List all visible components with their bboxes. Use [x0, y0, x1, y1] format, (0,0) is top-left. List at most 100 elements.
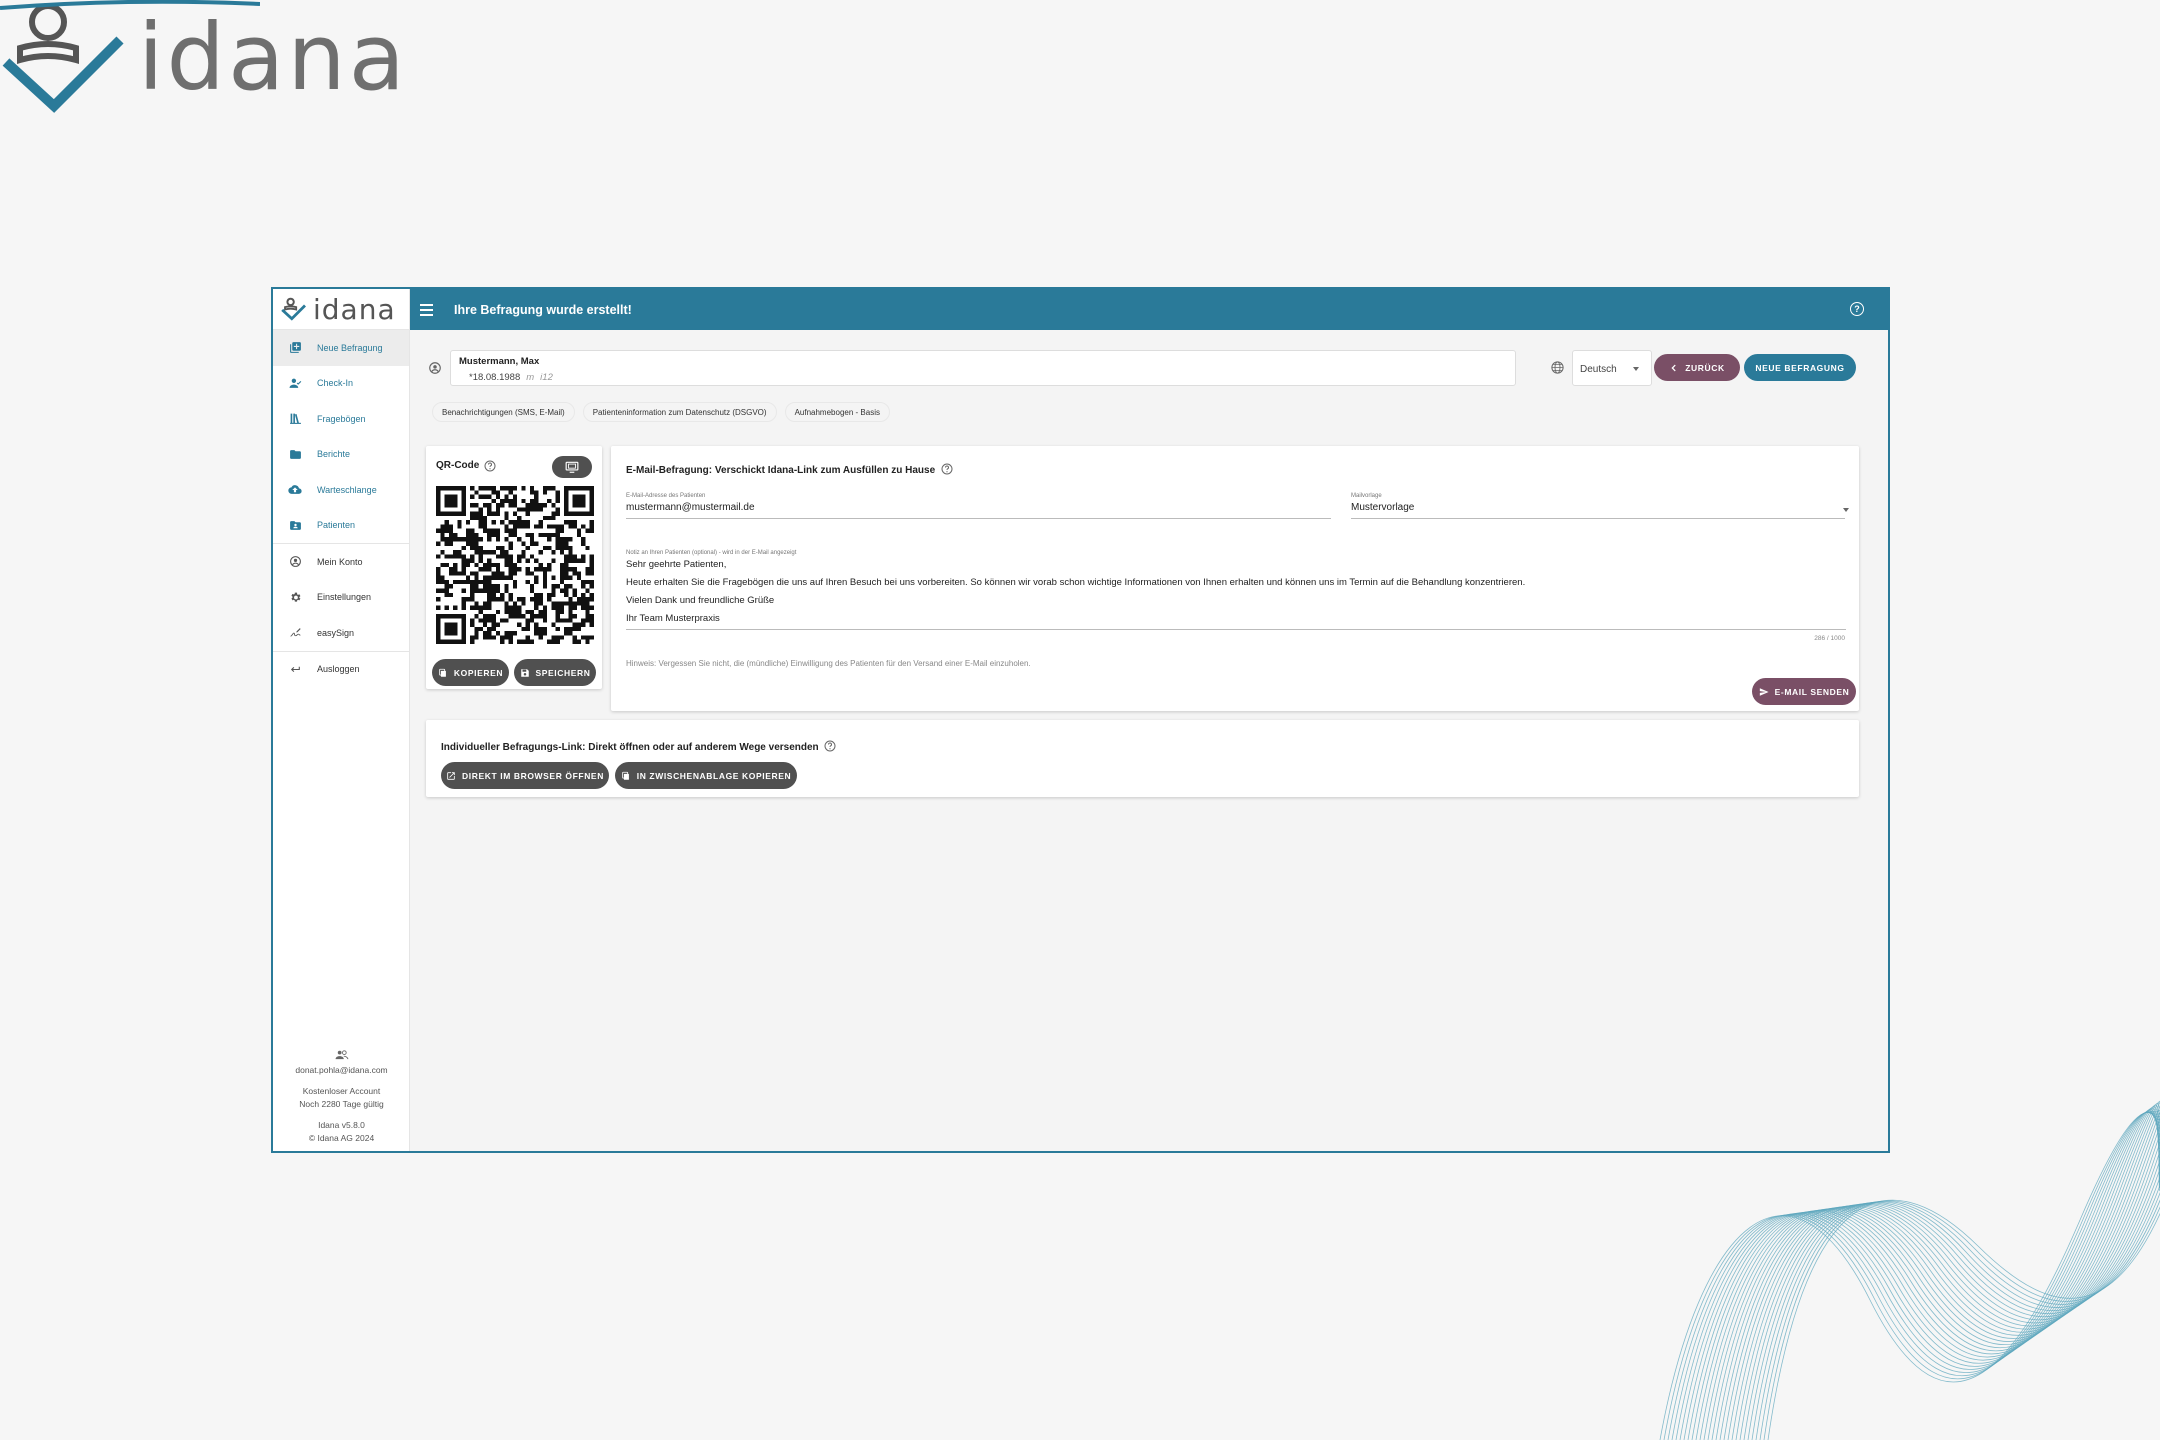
note-line: Vielen Dank und freundliche Grüße: [626, 595, 775, 606]
email-survey-title-text: E-Mail-Befragung: Verschickt Idana-Link …: [626, 465, 936, 476]
main-content: Mustermann, Max *18.08.1988 m i12 Deutsch …: [410, 330, 1888, 1151]
template-select[interactable]: Mustervorlage: [1351, 502, 1414, 513]
top-bar: Ihre Befragung wurde erstellt! ?: [410, 289, 1888, 330]
help-icon[interactable]: [824, 740, 836, 752]
save-qr-label: SPEICHERN: [535, 667, 591, 678]
qr-code-title: QR-Code: [436, 460, 480, 471]
add-box-icon: [287, 340, 303, 356]
email-field-underline: [626, 518, 1331, 519]
chevron-left-icon: [1671, 364, 1676, 371]
copy-to-clipboard-button[interactable]: IN ZWISCHENABLAGE KOPIEREN: [615, 762, 797, 789]
help-icon[interactable]: [484, 460, 496, 472]
wave-line: [1659, 1109, 2160, 1440]
sidebar-item-frageboegen[interactable]: Fragebögen: [273, 401, 409, 437]
present-qr-button[interactable]: [552, 456, 592, 478]
survey-link-title-text: Individueller Befragungs-Link: Direkt öf…: [441, 742, 819, 753]
send-email-label: E-MAIL SENDEN: [1774, 686, 1850, 697]
sidebar-nav: Neue Befragung Check-In Fragebögen Beric…: [273, 330, 409, 687]
chevron-down-icon: [1633, 367, 1639, 371]
brand-logo: idana: [0, 0, 420, 120]
help-icon[interactable]: ?: [1850, 302, 1864, 316]
sidebar-item-ausloggen[interactable]: Ausloggen: [273, 652, 409, 688]
sidebar-item-label: easySign: [317, 627, 355, 638]
library-books-icon: [287, 411, 303, 427]
save-qr-button[interactable]: SPEICHERN: [514, 659, 596, 686]
language-value: Deutsch: [1580, 364, 1617, 375]
help-icon[interactable]: [941, 463, 953, 475]
account-circle-icon: [429, 362, 441, 374]
copy-qr-button[interactable]: KOPIEREN: [432, 659, 509, 686]
wave-line: [1663, 1112, 2160, 1440]
users-icon: [273, 1050, 410, 1064]
sidebar-item-warteschlange[interactable]: Warteschlange: [273, 472, 409, 508]
chip-questionnaire[interactable]: Patienteninformation zum Datenschutz (DS…: [582, 402, 777, 422]
idana-logo-icon: [281, 297, 306, 321]
chip-questionnaire[interactable]: Aufnahmebogen - Basis: [784, 402, 890, 422]
sidebar-logo-text: idana: [313, 292, 396, 326]
sidebar-item-mein-konto[interactable]: Mein Konto: [273, 544, 409, 580]
sidebar-item-einstellungen[interactable]: Einstellungen: [273, 580, 409, 616]
wave-line: [1691, 1106, 2160, 1440]
note-line: Sehr geehrte Patienten,: [626, 559, 727, 570]
copy-icon: [622, 771, 629, 780]
sidebar-item-label: Ausloggen: [317, 664, 360, 675]
patient-gender: m: [526, 372, 535, 383]
patient-selector[interactable]: Mustermann, Max *18.08.1988 m i12: [450, 350, 1516, 386]
sidebar-item-label: Mein Konto: [317, 556, 363, 567]
email-field[interactable]: mustermann@mustermail.de: [626, 502, 755, 513]
note-field-underline: [626, 629, 1846, 630]
qr-code-card: QR-Code KOPIEREN SPEICHERN: [426, 446, 602, 689]
send-email-button[interactable]: E-MAIL SENDEN: [1752, 678, 1856, 705]
template-select-label: Mailvorlage: [1351, 493, 1382, 499]
sidebar-item-label: Fragebögen: [317, 413, 366, 424]
idana-logo-icon: [2, 3, 124, 113]
character-counter: 286 / 1000: [1814, 635, 1845, 642]
sidebar-item-berichte[interactable]: Berichte: [273, 437, 409, 473]
open-in-browser-button[interactable]: DIREKT IM BROWSER ÖFFNEN: [441, 762, 609, 789]
wave-line: [1679, 1110, 2160, 1440]
sidebar-item-patienten[interactable]: Patienten: [273, 508, 409, 544]
folder-account-icon: [287, 517, 303, 533]
qr-modules: [436, 486, 594, 644]
send-icon: [1759, 687, 1769, 696]
language-select[interactable]: Deutsch: [1572, 350, 1652, 386]
signature-icon: [287, 625, 303, 641]
qr-code-image: [436, 486, 594, 644]
sidebar-item-label: Warteschlange: [317, 484, 377, 495]
sidebar-item-label: Berichte: [317, 449, 351, 460]
account-type: Kostenloser Account: [302, 1086, 381, 1096]
back-button[interactable]: ZURÜCK: [1654, 354, 1740, 381]
sidebar: idana Neue Befragung Check-In Fragebögen…: [273, 289, 410, 1151]
brand-name: idana: [138, 4, 409, 111]
sidebar-item-label: Einstellungen: [317, 592, 372, 603]
chevron-down-icon[interactable]: [1843, 508, 1849, 512]
note-field-label: Notiz an Ihren Patienten (optional) - wi…: [626, 550, 797, 556]
template-select-underline: [1351, 518, 1845, 519]
new-survey-button[interactable]: NEUE BEFRAGUNG: [1744, 354, 1856, 381]
sidebar-logo[interactable]: idana: [273, 289, 409, 330]
screen-icon: [565, 461, 579, 473]
open-external-icon: [447, 771, 455, 780]
chip-questionnaire[interactable]: Benachrichtigungen (SMS, E-Mail): [432, 402, 575, 422]
open-in-browser-label: DIREKT IM BROWSER ÖFFNEN: [462, 770, 604, 781]
app-version: Idana v5.8.0: [318, 1120, 365, 1130]
sidebar-item-label: Patienten: [317, 520, 356, 531]
note-line: Heute erhalten Sie die Fragebögen die un…: [626, 577, 1526, 588]
folder-icon: [287, 446, 303, 462]
sidebar-item-label: Check-In: [317, 378, 354, 389]
person-check-icon: [287, 375, 303, 391]
patient-id: i12: [540, 372, 553, 383]
email-survey-title: E-Mail-Befragung: Verschickt Idana-Link …: [626, 463, 953, 476]
email-field-label: E-Mail-Adresse des Patienten: [626, 493, 706, 499]
sidebar-item-easysign[interactable]: easySign: [273, 615, 409, 651]
account-circle-icon: [287, 554, 303, 570]
sidebar-footer: donat.pohla@idana.com Kostenloser Accoun…: [273, 1050, 410, 1145]
sidebar-item-check-in[interactable]: Check-In: [273, 366, 409, 402]
account-email: donat.pohla@idana.com: [295, 1065, 388, 1075]
hamburger-menu-icon[interactable]: [420, 302, 436, 318]
survey-link-title: Individueller Befragungs-Link: Direkt öf…: [441, 740, 836, 753]
page-title: Ihre Befragung wurde erstellt!: [454, 302, 632, 317]
patient-dob: *18.08.1988: [469, 372, 521, 383]
gear-icon: [287, 589, 303, 605]
sidebar-item-neue-befragung[interactable]: Neue Befragung: [273, 330, 409, 366]
